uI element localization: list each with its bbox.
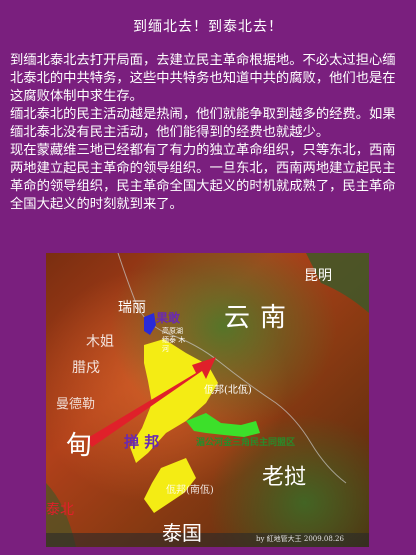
map-label-muze: 木姐 (86, 334, 114, 350)
map-label-laos: 老挝 (262, 465, 307, 490)
map-label-wa-south: 佤邦(南佤) (166, 485, 214, 496)
map-label-guogan: 果敢 (156, 311, 181, 325)
map-image: 昆明 云南 瑞丽 果敢 高原湖 缅泰 木河 木姐 腊戍 曼德勒 佤邦(北佤) 甸… (46, 253, 369, 547)
map-label-golden-triangle: 湄公河金三角民主同盟区 (196, 438, 296, 448)
map-label-note: 高原湖 缅泰 木河 (162, 327, 186, 353)
page-title: 到缅北去！到泰北去！ (133, 19, 283, 35)
map-label-shan: 掸 邦 (124, 433, 160, 451)
map-label-thailand: 泰国 (162, 521, 202, 545)
map-label-ruili: 瑞丽 (118, 300, 146, 316)
map-label-lashio: 腊戍 (72, 360, 100, 376)
map-label-yunnan: 云南 (224, 303, 297, 333)
map-label-myanmar: 甸 (66, 431, 93, 461)
map-label-kunming: 昆明 (304, 268, 332, 284)
paragraph-2: 缅北泰北的民主活动越是热闹，他们就能争取到越多的经费。如果缅北泰北没有民主活动，… (10, 107, 396, 140)
map-watermark: by 紅地管大王 2009.08.26 (256, 535, 344, 543)
article-body: 到缅北泰北去打开局面，去建立民主革命根据地。不必太过担心缅北泰北的中共特务，这些… (10, 52, 408, 214)
map-label-mandalay: 曼德勒 (56, 397, 96, 412)
paragraph-3: 现在蒙藏维三地已经都有了有力的独立革命组织，只等东北，西南两地建立起民主革命的领… (10, 143, 396, 212)
paragraph-1: 到缅北泰北去打开局面，去建立民主革命根据地。不必太过担心缅北泰北的中共特务，这些… (10, 53, 396, 104)
map-label-wa-north: 佤邦(北佤) (204, 385, 252, 396)
map-label-bottom-left: 泰北 (46, 502, 74, 518)
